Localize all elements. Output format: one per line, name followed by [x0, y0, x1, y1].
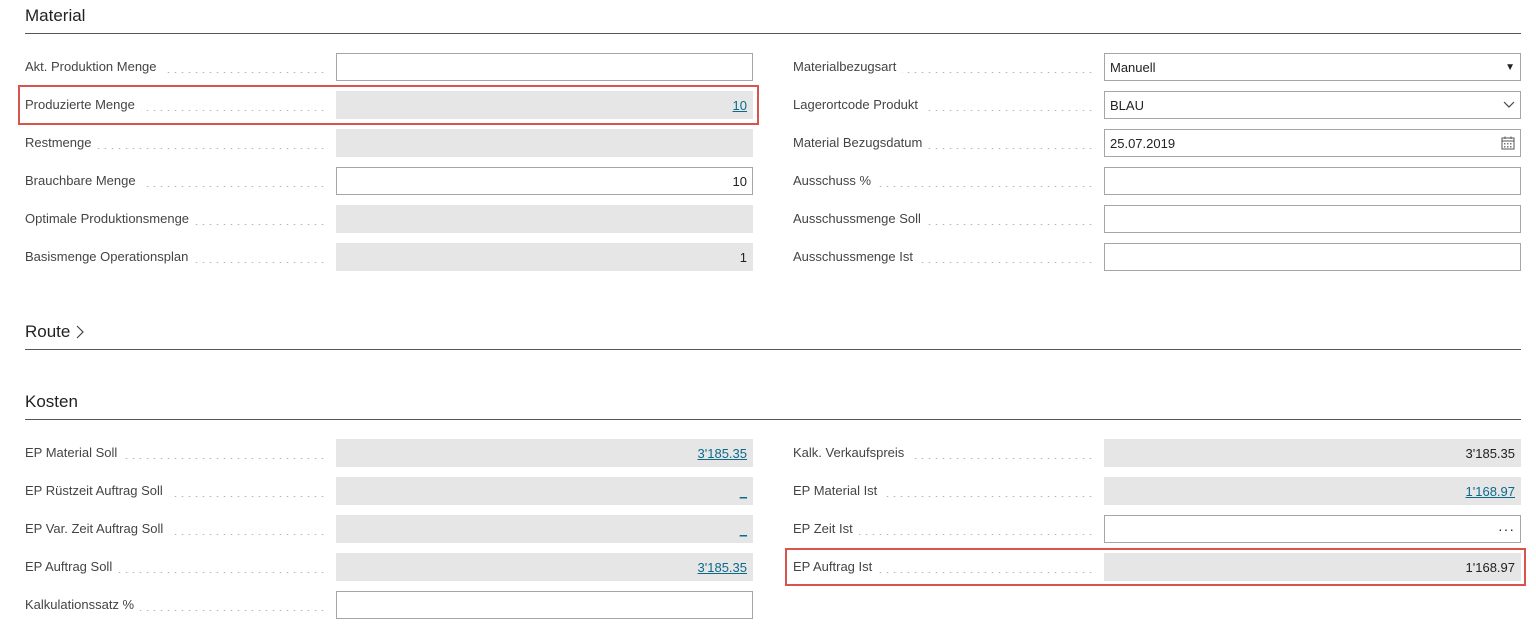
- ep-var-zeit-auftrag-soll-field: _: [336, 515, 753, 543]
- section-title-material[interactable]: Material: [25, 6, 85, 26]
- dropdown-value: BLAU: [1110, 97, 1144, 113]
- row-ep-var-zeit-auftrag-soll: EP Var. Zeit Auftrag Soll _: [25, 515, 753, 543]
- field-label: Ausschussmenge Soll: [793, 205, 1093, 233]
- row-ausschussmenge-soll: Ausschussmenge Soll: [793, 205, 1521, 233]
- restmenge-field: [336, 129, 753, 157]
- material-bezugsdatum-input[interactable]: 25.07.2019: [1104, 129, 1521, 157]
- field-label: Restmenge: [25, 129, 325, 157]
- field-label: EP Material Soll: [25, 439, 325, 467]
- field-label: Akt. Produktion Menge: [25, 53, 325, 81]
- chevron-right-icon[interactable]: [74, 324, 86, 340]
- row-basismenge-operationsplan: Basismenge Operationsplan 1: [25, 243, 753, 271]
- ep-material-ist-link[interactable]: 1'168.97: [1466, 484, 1515, 499]
- field-label: Materialbezugsart: [793, 53, 1093, 81]
- row-restmenge: Restmenge: [25, 129, 753, 157]
- ausschuss-prozent-input[interactable]: [1104, 167, 1521, 195]
- ep-material-soll-field: 3'185.35: [336, 439, 753, 467]
- akt-produktion-menge-input[interactable]: [336, 53, 753, 81]
- chevron-down-icon: [1503, 101, 1515, 108]
- field-label: Optimale Produktionsmenge: [25, 205, 325, 233]
- field-label: Kalkulationssatz %: [25, 591, 325, 619]
- field-label: EP Auftrag Ist: [793, 553, 1093, 581]
- ep-auftrag-soll-link[interactable]: 3'185.35: [698, 560, 747, 575]
- section-title-route[interactable]: Route: [25, 322, 86, 342]
- row-brauchbare-menge: Brauchbare Menge 10: [25, 167, 753, 195]
- divider: [25, 419, 1521, 420]
- row-kalkulationssatz: Kalkulationssatz %: [25, 591, 753, 619]
- field-label: Produzierte Menge: [25, 91, 325, 119]
- ep-var-zeit-auftrag-soll-link[interactable]: _: [740, 522, 747, 537]
- field-label: Basismenge Operationsplan: [25, 243, 325, 271]
- field-label: EP Auftrag Soll: [25, 553, 325, 581]
- select-value: Manuell: [1110, 59, 1156, 75]
- row-ausschussmenge-ist: Ausschussmenge Ist: [793, 243, 1521, 271]
- ellipsis-icon[interactable]: ···: [1498, 521, 1515, 537]
- row-ep-auftrag-soll: EP Auftrag Soll 3'185.35: [25, 553, 753, 581]
- ep-ruestzeit-auftrag-soll-link[interactable]: _: [740, 484, 747, 499]
- optimale-produktionsmenge-field: [336, 205, 753, 233]
- ausschussmenge-ist-input[interactable]: [1104, 243, 1521, 271]
- ep-material-ist-field: 1'168.97: [1104, 477, 1521, 505]
- section-title-kosten[interactable]: Kosten: [25, 392, 78, 412]
- field-label: Kalk. Verkaufspreis: [793, 439, 1093, 467]
- section-title-text: Route: [25, 322, 71, 341]
- row-akt-produktion-menge: Akt. Produktion Menge: [25, 53, 753, 81]
- ep-auftrag-ist-field: 1'168.97: [1104, 553, 1521, 581]
- row-ep-auftrag-ist: EP Auftrag Ist 1'168.97: [793, 553, 1521, 581]
- brauchbare-menge-input[interactable]: 10: [336, 167, 753, 195]
- row-produzierte-menge: Produzierte Menge 10: [25, 91, 753, 119]
- field-label: EP Var. Zeit Auftrag Soll: [25, 515, 325, 543]
- field-label: Lagerortcode Produkt: [793, 91, 1093, 119]
- row-ausschuss-prozent: Ausschuss %: [793, 167, 1521, 195]
- divider: [25, 349, 1521, 350]
- basismenge-operationsplan-field: 1: [336, 243, 753, 271]
- date-value: 25.07.2019: [1110, 135, 1176, 151]
- field-label: EP Zeit Ist: [793, 515, 1093, 543]
- row-material-bezugsdatum: Material Bezugsdatum 25.07.2019: [793, 129, 1521, 157]
- kalk-verkaufspreis-field: 3'185.35: [1104, 439, 1521, 467]
- ep-auftrag-soll-field: 3'185.35: [336, 553, 753, 581]
- row-ep-ruestzeit-auftrag-soll: EP Rüstzeit Auftrag Soll _: [25, 477, 753, 505]
- calendar-icon[interactable]: [1501, 136, 1515, 150]
- field-label: Ausschuss %: [793, 167, 1093, 195]
- row-materialbezugsart: Materialbezugsart Manuell ▼: [793, 53, 1521, 81]
- ep-ruestzeit-auftrag-soll-field: _: [336, 477, 753, 505]
- ep-zeit-ist-input[interactable]: ···: [1104, 515, 1521, 543]
- row-lagerortcode-produkt: Lagerortcode Produkt BLAU: [793, 91, 1521, 119]
- row-optimale-produktionsmenge: Optimale Produktionsmenge: [25, 205, 753, 233]
- ep-material-soll-link[interactable]: 3'185.35: [698, 446, 747, 461]
- field-label: EP Material Ist: [793, 477, 1093, 505]
- row-ep-material-ist: EP Material Ist 1'168.97: [793, 477, 1521, 505]
- field-label: Brauchbare Menge: [25, 167, 325, 195]
- ausschussmenge-soll-input[interactable]: [1104, 205, 1521, 233]
- kalkulationssatz-input[interactable]: [336, 591, 753, 619]
- triangle-down-icon: ▼: [1505, 61, 1515, 73]
- section-title-text: Kosten: [25, 392, 78, 411]
- section-title-text: Material: [25, 6, 86, 25]
- divider: [25, 33, 1521, 34]
- row-ep-zeit-ist: EP Zeit Ist ···: [793, 515, 1521, 543]
- field-label: EP Rüstzeit Auftrag Soll: [25, 477, 325, 505]
- field-label: Ausschussmenge Ist: [793, 243, 1093, 271]
- materialbezugsart-select[interactable]: Manuell ▼: [1104, 53, 1521, 81]
- produzierte-menge-field: 10: [336, 91, 753, 119]
- lagerortcode-produkt-dropdown[interactable]: BLAU: [1104, 91, 1521, 119]
- row-kalk-verkaufspreis: Kalk. Verkaufspreis 3'185.35: [793, 439, 1521, 467]
- field-label: Material Bezugsdatum: [793, 129, 1093, 157]
- row-ep-material-soll: EP Material Soll 3'185.35: [25, 439, 753, 467]
- produzierte-menge-link[interactable]: 10: [733, 98, 747, 113]
